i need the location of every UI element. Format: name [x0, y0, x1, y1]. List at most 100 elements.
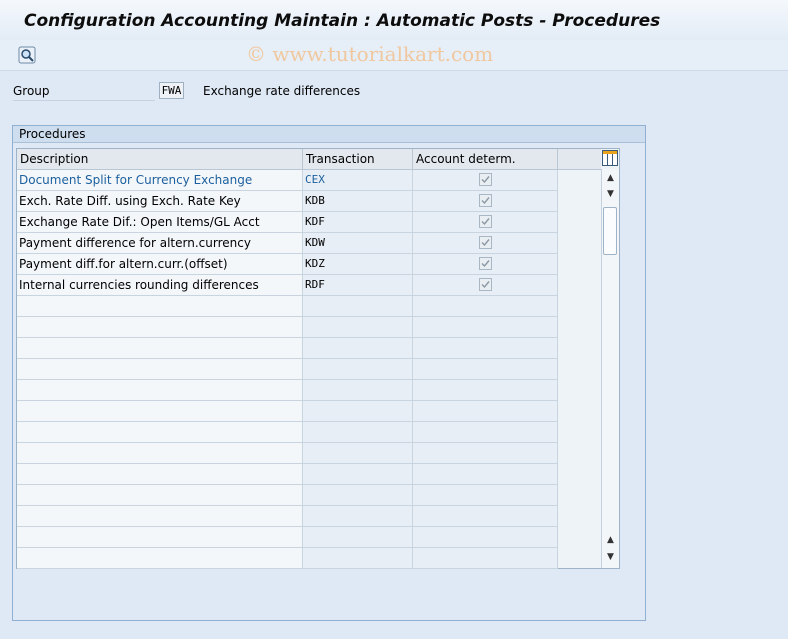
description-cell	[17, 359, 303, 379]
description-cell	[17, 548, 303, 568]
account-determ-cell	[413, 422, 558, 442]
transaction-cell: KDZ	[303, 254, 413, 274]
account-determ-cell	[413, 548, 558, 568]
table-row[interactable]: Payment diff.for altern.curr.(offset) KDZ	[17, 254, 558, 275]
procedures-title: Procedures	[13, 126, 645, 143]
transaction-cell[interactable]: CEX	[303, 170, 413, 190]
table-row[interactable]	[17, 464, 558, 485]
group-description: Exchange rate differences	[203, 84, 361, 98]
table-row[interactable]	[17, 422, 558, 443]
description-cell	[17, 317, 303, 337]
account-determ-checkbox	[479, 257, 492, 270]
description-cell	[17, 338, 303, 358]
description-cell	[17, 401, 303, 421]
description-cell: Payment difference for altern.currency	[17, 233, 303, 253]
account-determ-cell	[413, 506, 558, 526]
account-determ-cell	[413, 254, 558, 274]
scroll-down-icon[interactable]: ▲	[603, 532, 618, 548]
transaction-cell	[303, 380, 413, 400]
description-cell	[17, 443, 303, 463]
transaction-cell	[303, 527, 413, 547]
table-settings-icon[interactable]	[602, 150, 618, 166]
account-determ-cell	[413, 191, 558, 211]
account-determ-cell	[413, 443, 558, 463]
account-determ-cell	[413, 359, 558, 379]
vertical-scrollbar[interactable]: ▲ ▼ ▲ ▼	[601, 169, 619, 568]
description-cell	[17, 380, 303, 400]
column-header-filler	[558, 149, 601, 170]
transaction-cell: KDF	[303, 212, 413, 232]
transaction-cell: KDB	[303, 191, 413, 211]
transaction-cell	[303, 548, 413, 568]
find-icon[interactable]	[18, 46, 36, 64]
account-determ-checkbox	[479, 173, 492, 186]
description-cell: Exch. Rate Diff. using Exch. Rate Key	[17, 191, 303, 211]
account-determ-cell	[413, 275, 558, 295]
table-row[interactable]	[17, 317, 558, 338]
account-determ-cell	[413, 485, 558, 505]
table-row[interactable]	[17, 443, 558, 464]
account-determ-cell	[413, 233, 558, 253]
description-cell: Internal currencies rounding differences	[17, 275, 303, 295]
transaction-cell	[303, 464, 413, 484]
transaction-cell	[303, 506, 413, 526]
account-determ-cell	[413, 170, 558, 190]
title-bar: Configuration Accounting Maintain : Auto…	[0, 0, 788, 41]
table-row[interactable]	[17, 338, 558, 359]
account-determ-cell	[413, 401, 558, 421]
account-determ-checkbox	[479, 194, 492, 207]
description-cell	[17, 296, 303, 316]
transaction-cell	[303, 401, 413, 421]
scroll-page-up-icon[interactable]: ▲	[603, 170, 618, 186]
account-determ-cell	[413, 317, 558, 337]
column-header-description[interactable]: Description	[17, 149, 303, 170]
application-toolbar: © www.tutorialkart.com	[0, 40, 788, 71]
account-determ-cell	[413, 527, 558, 547]
table-row[interactable]	[17, 527, 558, 548]
transaction-cell	[303, 317, 413, 337]
scrollbar-thumb[interactable]	[603, 207, 617, 255]
scroll-page-down-icon[interactable]: ▼	[603, 549, 618, 565]
account-determ-cell	[413, 212, 558, 232]
table-row[interactable]: Document Split for Currency Exchange CEX	[17, 170, 558, 191]
table-row[interactable]: Payment difference for altern.currency KD…	[17, 233, 558, 254]
table-row[interactable]	[17, 401, 558, 422]
transaction-cell	[303, 422, 413, 442]
table-row[interactable]: Exchange Rate Dif.: Open Items/GL Acct KD…	[17, 212, 558, 233]
table-row[interactable]	[17, 485, 558, 506]
table-row[interactable]	[17, 506, 558, 527]
table-row[interactable]	[17, 548, 558, 569]
group-field[interactable]: FWA	[159, 82, 184, 99]
table-row[interactable]: Internal currencies rounding differences…	[17, 275, 558, 296]
account-determ-checkbox	[479, 236, 492, 249]
account-determ-cell	[413, 464, 558, 484]
account-determ-cell	[413, 296, 558, 316]
account-determ-checkbox	[479, 278, 492, 291]
table-row[interactable]	[17, 359, 558, 380]
description-cell	[17, 485, 303, 505]
transaction-cell	[303, 338, 413, 358]
transaction-cell: KDW	[303, 233, 413, 253]
transaction-cell: RDF	[303, 275, 413, 295]
account-determ-cell	[413, 380, 558, 400]
scroll-up-icon[interactable]: ▼	[603, 186, 618, 202]
description-cell	[17, 527, 303, 547]
watermark: © www.tutorialkart.com	[246, 42, 494, 66]
transaction-cell	[303, 296, 413, 316]
group-label: Group	[13, 84, 155, 101]
column-header-account-determ[interactable]: Account determ.	[413, 149, 558, 170]
account-determ-checkbox	[479, 215, 492, 228]
description-cell	[17, 422, 303, 442]
window-title: Configuration Accounting Maintain : Auto…	[24, 11, 661, 31]
procedures-table: Description Transaction Account determ. …	[16, 148, 620, 569]
column-header-transaction[interactable]: Transaction	[303, 149, 413, 170]
table-row[interactable]: Exch. Rate Diff. using Exch. Rate Key KDB	[17, 191, 558, 212]
description-cell[interactable]: Document Split for Currency Exchange	[17, 170, 303, 190]
account-determ-cell	[413, 338, 558, 358]
table-row[interactable]	[17, 296, 558, 317]
description-cell	[17, 464, 303, 484]
table-row[interactable]	[17, 380, 558, 401]
description-cell: Payment diff.for altern.curr.(offset)	[17, 254, 303, 274]
description-cell: Exchange Rate Dif.: Open Items/GL Acct	[17, 212, 303, 232]
transaction-cell	[303, 485, 413, 505]
